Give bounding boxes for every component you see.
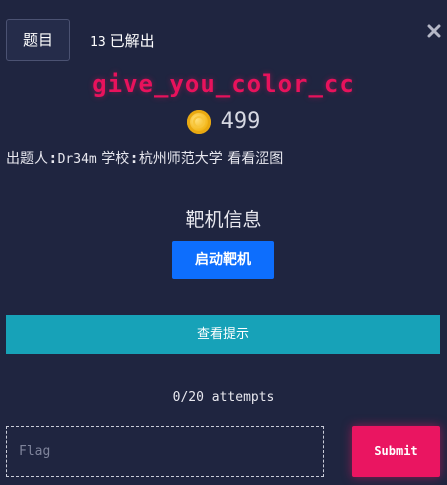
attempts-counter: 0/20 attempts: [172, 390, 275, 405]
school-label: 学校: [101, 151, 130, 167]
points-row: 499: [0, 109, 447, 134]
challenge-extra-text: 看看涩图: [227, 151, 284, 167]
solve-count-number: 13: [90, 35, 106, 50]
view-hint-button[interactable]: 查看提示: [6, 315, 440, 354]
submit-button[interactable]: Submit: [352, 426, 440, 477]
solve-count-label: 已解出: [109, 32, 155, 50]
solve-count: 13 已解出: [90, 30, 155, 51]
author-label: 出题人: [6, 151, 48, 167]
challenge-title: give_you_color_cc: [92, 70, 355, 98]
school-name: 杭州师范大学: [138, 151, 223, 167]
target-section-title: 靶机信息: [185, 209, 262, 231]
author-info: 出题人: Dr34m 学校: 杭州师范大学 看看涩图: [6, 151, 284, 167]
challenge-tab[interactable]: 题目: [6, 19, 70, 61]
author-name: Dr34m: [57, 152, 97, 167]
start-target-button[interactable]: 启动靶机: [172, 241, 274, 279]
flag-input[interactable]: [6, 426, 324, 477]
challenge-points: 499: [220, 109, 261, 134]
close-icon[interactable]: [427, 24, 441, 38]
coin-icon: [186, 109, 211, 134]
